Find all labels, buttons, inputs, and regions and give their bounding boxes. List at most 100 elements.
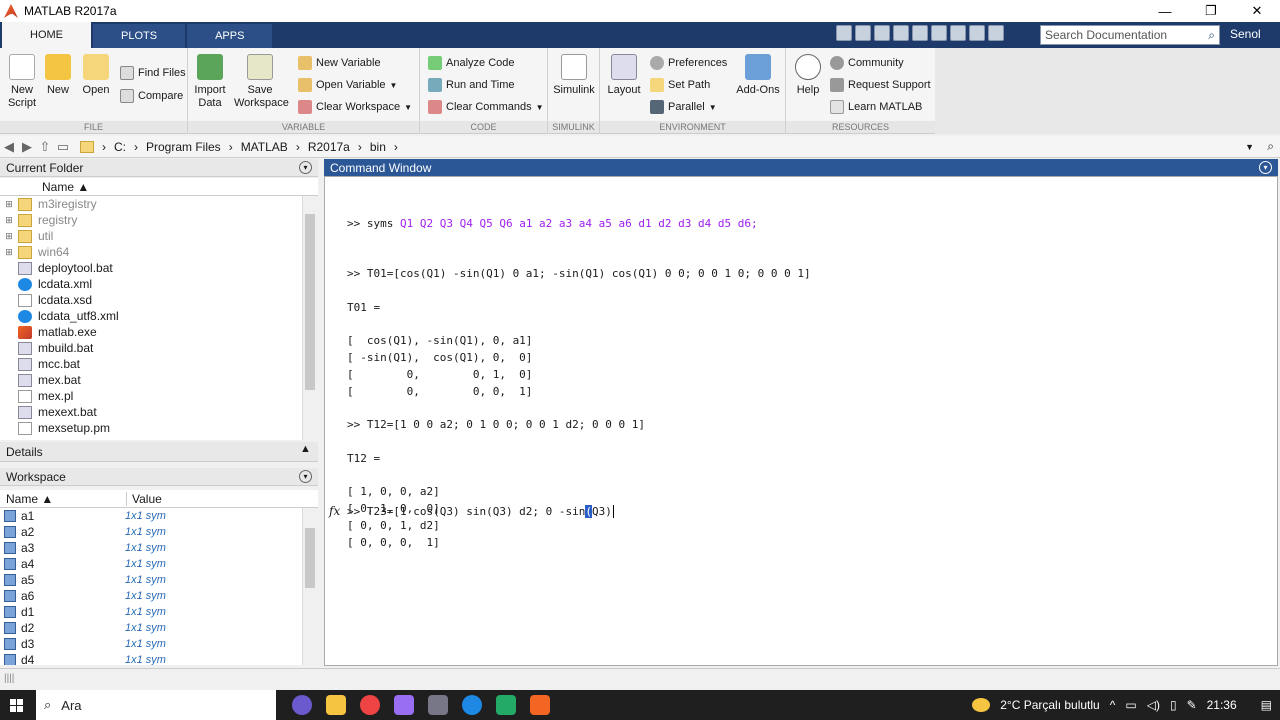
- file-list-item[interactable]: mcc.bat: [0, 356, 302, 372]
- user-account[interactable]: Senol: [1230, 27, 1261, 41]
- expand-icon[interactable]: ⊞: [0, 247, 18, 258]
- expand-icon[interactable]: ⊞: [0, 231, 18, 242]
- file-list-item[interactable]: ⊞ util: [0, 228, 302, 244]
- details-header[interactable]: Details ▲: [0, 442, 318, 462]
- layout-button[interactable]: Layout: [602, 54, 646, 97]
- file-list-item[interactable]: mex.pl: [0, 388, 302, 404]
- clock[interactable]: 21:36: [1207, 698, 1237, 712]
- fx-icon[interactable]: fx: [329, 504, 340, 518]
- up-folder-icon[interactable]: ⇧: [36, 139, 54, 155]
- file-list-item[interactable]: lcdata_utf8.xml: [0, 308, 302, 324]
- panel-actions-icon[interactable]: ▾: [1259, 161, 1272, 174]
- find-files-button[interactable]: Find Files: [120, 66, 186, 80]
- file-explorer-icon[interactable]: [326, 695, 346, 715]
- breadcrumb-item[interactable]: bin: [370, 140, 386, 154]
- set-path-button[interactable]: Set Path: [650, 78, 710, 92]
- name-column-header[interactable]: Name ▲: [42, 180, 89, 194]
- file-list-item[interactable]: lcdata.xml: [0, 276, 302, 292]
- analyze-code-button[interactable]: Analyze Code: [428, 56, 515, 70]
- app-icon[interactable]: [292, 695, 312, 715]
- add-ons-button[interactable]: Add-Ons: [736, 54, 780, 97]
- collapse-icon[interactable]: ▲: [299, 444, 312, 457]
- volume-icon[interactable]: ◁): [1147, 698, 1160, 712]
- minimize-button[interactable]: —: [1142, 0, 1188, 22]
- workspace-variable[interactable]: d4 1x1 sym: [0, 652, 302, 665]
- command-window[interactable]: >> syms Q1 Q2 Q3 Q4 Q5 Q6 a1 a2 a3 a4 a5…: [324, 176, 1278, 666]
- app-icon[interactable]: [394, 695, 414, 715]
- tab-apps[interactable]: APPS: [187, 24, 273, 48]
- edge-icon[interactable]: [462, 695, 482, 715]
- keyboard-icon[interactable]: [428, 695, 448, 715]
- quick-access-icon[interactable]: [836, 25, 852, 41]
- weather-text[interactable]: 2°C Parçalı bulutlu: [1000, 698, 1100, 712]
- command-input-line[interactable]: >> T23=[1 cos(Q3) sin(Q3) d2; 0 -sin(Q3): [347, 504, 614, 521]
- scrollbar-thumb[interactable]: [305, 214, 315, 390]
- panel-actions-icon[interactable]: ▾: [299, 470, 312, 483]
- panel-actions-icon[interactable]: ▾: [299, 161, 312, 174]
- clear-commands-button[interactable]: Clear Commands ▼: [428, 100, 544, 114]
- workspace-variable[interactable]: a2 1x1 sym: [0, 524, 302, 540]
- breadcrumb-item[interactable]: Program Files: [146, 140, 221, 154]
- file-list-item[interactable]: lcdata.xsd: [0, 292, 302, 308]
- clear-workspace-button[interactable]: Clear Workspace ▼: [298, 100, 412, 114]
- switch-windows-icon[interactable]: [969, 25, 985, 41]
- workspace-variable[interactable]: a5 1x1 sym: [0, 572, 302, 588]
- start-button[interactable]: [0, 690, 32, 720]
- path-dropdown-icon[interactable]: ▼: [1245, 142, 1254, 152]
- learn-matlab-button[interactable]: Learn MATLAB: [830, 100, 922, 114]
- folder-scrollbar[interactable]: [302, 196, 318, 440]
- copy-icon[interactable]: [893, 25, 909, 41]
- preferences-button[interactable]: Preferences: [650, 56, 727, 70]
- parallel-button[interactable]: Parallel ▼: [650, 100, 717, 114]
- file-list-item[interactable]: mex.bat: [0, 372, 302, 388]
- battery-icon[interactable]: ▯: [1170, 698, 1177, 712]
- request-support-button[interactable]: Request Support: [830, 78, 931, 92]
- browse-folder-icon[interactable]: ▭: [54, 139, 72, 155]
- taskbar-search[interactable]: ⌕ Ara: [36, 690, 276, 720]
- save-icon[interactable]: [855, 25, 871, 41]
- community-button[interactable]: Community: [830, 56, 904, 70]
- app-icon[interactable]: [496, 695, 516, 715]
- file-list-item[interactable]: deploytool.bat: [0, 260, 302, 276]
- file-list-item[interactable]: ⊞ win64: [0, 244, 302, 260]
- workspace-variable[interactable]: a6 1x1 sym: [0, 588, 302, 604]
- close-button[interactable]: ✕: [1234, 0, 1280, 22]
- paste-icon[interactable]: [912, 25, 928, 41]
- back-icon[interactable]: ◀: [0, 139, 18, 155]
- workspace-variable[interactable]: d2 1x1 sym: [0, 620, 302, 636]
- scrollbar-thumb[interactable]: [305, 528, 315, 588]
- tab-plots[interactable]: PLOTS: [93, 24, 186, 48]
- simulink-button[interactable]: Simulink: [552, 54, 596, 97]
- save-workspace-button[interactable]: Save Workspace: [234, 54, 289, 110]
- search-documentation-input[interactable]: Search Documentation ⌕: [1040, 25, 1220, 45]
- forward-icon[interactable]: ▶: [18, 139, 36, 155]
- search-folder-icon[interactable]: ⌕: [1267, 139, 1274, 154]
- notification-icon[interactable]: ▤: [1261, 698, 1272, 712]
- workspace-variable[interactable]: a3 1x1 sym: [0, 540, 302, 556]
- maximize-button[interactable]: ❐: [1188, 0, 1234, 22]
- chevron-up-icon[interactable]: ^: [1110, 698, 1116, 712]
- file-list-item[interactable]: mbuild.bat: [0, 340, 302, 356]
- help-button[interactable]: Help: [786, 54, 830, 97]
- cut-icon[interactable]: [874, 25, 890, 41]
- expand-icon[interactable]: ⊞: [0, 199, 18, 210]
- run-and-time-button[interactable]: Run and Time: [428, 78, 514, 92]
- search-icon[interactable]: ⌕: [1208, 28, 1215, 43]
- breadcrumb-item[interactable]: R2017a: [308, 140, 350, 154]
- file-list-item[interactable]: matlab.exe: [0, 324, 302, 340]
- name-column-header[interactable]: Name ▲: [6, 492, 126, 506]
- breadcrumb-item[interactable]: MATLAB: [241, 140, 288, 154]
- compare-button[interactable]: Compare: [120, 89, 183, 103]
- folder-column-header[interactable]: Name ▲: [0, 178, 318, 196]
- breadcrumb-item[interactable]: C:: [114, 140, 126, 154]
- network-icon[interactable]: ▭: [1125, 698, 1136, 712]
- new-variable-button[interactable]: New Variable: [298, 56, 381, 70]
- open-variable-button[interactable]: Open Variable ▼: [298, 78, 397, 92]
- expand-icon[interactable]: ⊞: [0, 215, 18, 226]
- file-list-item[interactable]: ⊞ registry: [0, 212, 302, 228]
- help-icon[interactable]: [988, 25, 1004, 41]
- pen-icon[interactable]: ✎: [1187, 698, 1197, 712]
- workspace-variable[interactable]: d3 1x1 sym: [0, 636, 302, 652]
- matlab-taskbar-icon[interactable]: [530, 695, 550, 715]
- file-list-item[interactable]: ⊞ m3iregistry: [0, 196, 302, 212]
